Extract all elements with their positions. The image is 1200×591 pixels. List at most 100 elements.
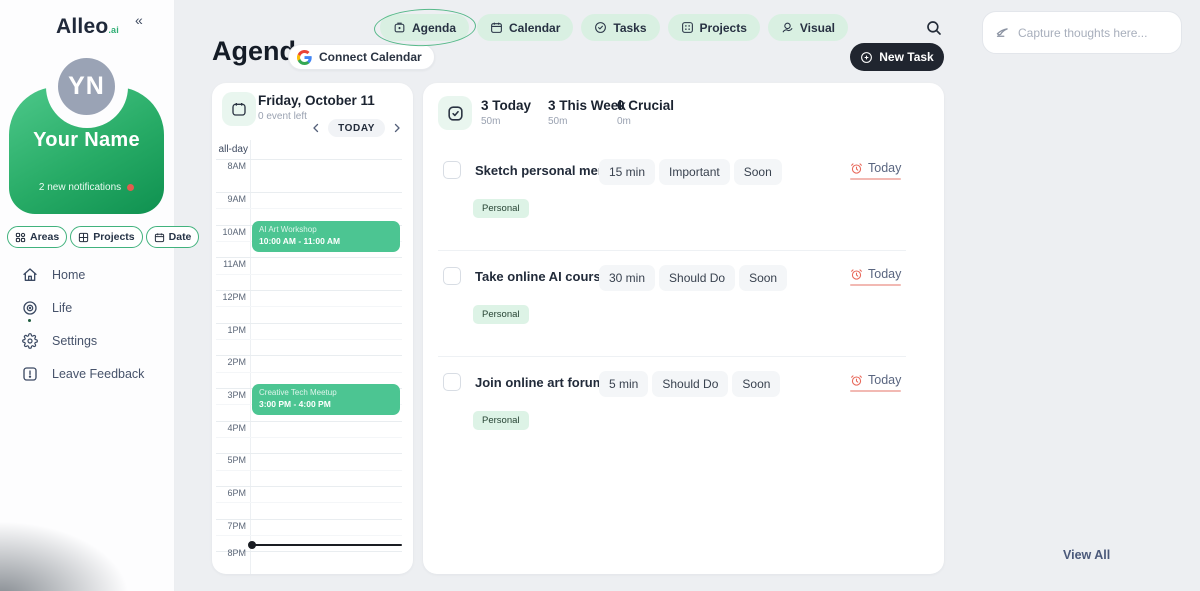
- due-date[interactable]: Today: [850, 267, 901, 281]
- gridline-half: [216, 437, 402, 438]
- search-icon[interactable]: [925, 19, 943, 37]
- hour-label: 12PM: [212, 292, 246, 302]
- task-checkbox[interactable]: [443, 267, 461, 285]
- when-pill[interactable]: Soon: [734, 159, 782, 185]
- gridline-half: [216, 306, 402, 307]
- tab-label: Visual: [800, 21, 835, 35]
- sidebar-item-life[interactable]: Life: [22, 297, 144, 319]
- connect-calendar-label: Connect Calendar: [319, 50, 422, 64]
- sidebar-item-home[interactable]: Home: [22, 264, 144, 286]
- hour-label: 9AM: [212, 194, 246, 204]
- priority-pill[interactable]: Should Do: [652, 371, 728, 397]
- chevron-left-icon[interactable]: [310, 122, 322, 134]
- tasks-tile-icon: [438, 96, 472, 130]
- filter-areas[interactable]: Areas: [7, 226, 67, 248]
- projects-icon: [681, 21, 694, 34]
- task-tag[interactable]: Personal: [473, 199, 529, 218]
- gridline: [216, 290, 402, 291]
- calendar-events-left: 0 event left: [258, 111, 307, 122]
- gridline: [216, 421, 402, 422]
- task-tag[interactable]: Personal: [473, 305, 529, 324]
- task-tag[interactable]: Personal: [473, 411, 529, 430]
- sidebar-item-settings[interactable]: Settings: [22, 330, 144, 352]
- event-title: AI Art Workshop: [259, 225, 393, 234]
- when-pill[interactable]: Soon: [732, 371, 780, 397]
- filter-projects[interactable]: Projects: [70, 226, 142, 248]
- stat-crucial[interactable]: 0 Crucial 0m: [617, 98, 674, 127]
- task-checkbox[interactable]: [443, 161, 461, 179]
- notifications-link[interactable]: 2 new notifications: [9, 182, 164, 193]
- grid-vertical-line: [250, 140, 251, 574]
- calendar-nav: TODAY: [310, 119, 403, 137]
- view-all-link[interactable]: View All: [1063, 548, 1110, 562]
- gridline-half: [216, 535, 402, 536]
- due-date[interactable]: Today: [850, 373, 901, 387]
- sidebar-item-feedback[interactable]: Leave Feedback: [22, 363, 144, 385]
- calendar-time-grid[interactable]: all-day 8AM 9AM 10AM 11AM 12PM 1PM 2PM 3…: [212, 140, 413, 574]
- visual-icon: [781, 21, 794, 34]
- sidebar-item-label: Home: [52, 268, 85, 282]
- duration-pill[interactable]: 5 min: [599, 371, 648, 397]
- task-row: Join online art forum 5 min Should Do So…: [423, 367, 944, 437]
- filter-projects-label: Projects: [93, 231, 134, 243]
- calendar-event[interactable]: AI Art Workshop 10:00 AM - 11:00 AM: [252, 221, 400, 252]
- calendar-event[interactable]: Creative Tech Meetup 3:00 PM - 4:00 PM: [252, 384, 400, 415]
- current-time-line: [252, 544, 402, 546]
- stat-count: 3 This Week: [548, 98, 626, 113]
- pen-icon: [995, 25, 1010, 40]
- tab-projects[interactable]: Projects: [668, 14, 760, 41]
- top-nav: Agenda Calendar Tasks Projects Visual: [380, 14, 848, 41]
- duration-pill[interactable]: 30 min: [599, 265, 655, 291]
- new-task-label: New Task: [879, 50, 933, 64]
- tab-label: Agenda: [412, 21, 456, 35]
- today-button[interactable]: TODAY: [328, 119, 385, 137]
- calendar-panel: Friday, October 11 0 event left TODAY al…: [212, 83, 413, 574]
- filter-date[interactable]: Date: [146, 226, 200, 248]
- capture-thoughts-input[interactable]: [1018, 26, 1169, 40]
- row-divider: [438, 250, 906, 251]
- priority-pill[interactable]: Important: [659, 159, 730, 185]
- chevron-right-icon[interactable]: [391, 122, 403, 134]
- priority-pill[interactable]: Should Do: [659, 265, 735, 291]
- gridline: [216, 257, 402, 258]
- stat-today[interactable]: 3 Today 50m: [481, 98, 531, 127]
- gridline: [216, 355, 402, 356]
- task-pills: 15 min Important Soon: [599, 159, 782, 185]
- calendar-icon: [490, 21, 503, 34]
- gridline-half: [216, 502, 402, 503]
- task-checkbox[interactable]: [443, 373, 461, 391]
- tab-tasks[interactable]: Tasks: [581, 14, 659, 41]
- calendar-date-title: Friday, October 11: [258, 93, 375, 108]
- duration-pill[interactable]: 15 min: [599, 159, 655, 185]
- stat-duration: 50m: [481, 116, 531, 127]
- all-day-label: all-day: [212, 144, 248, 155]
- gridline: [216, 486, 402, 487]
- filter-date-label: Date: [169, 231, 192, 243]
- collapse-sidebar-icon[interactable]: «: [135, 12, 143, 28]
- hour-label: 10AM: [212, 227, 246, 237]
- task-pills: 30 min Should Do Soon: [599, 265, 787, 291]
- task-pills: 5 min Should Do Soon: [599, 371, 780, 397]
- tab-visual[interactable]: Visual: [768, 14, 848, 41]
- notification-dot-icon: [127, 184, 134, 191]
- tasks-panel: 3 Today 50m 3 This Week 50m 0 Crucial 0m…: [423, 83, 944, 574]
- tab-agenda[interactable]: Agenda: [380, 14, 469, 41]
- gridline: [216, 519, 402, 520]
- tab-calendar[interactable]: Calendar: [477, 14, 573, 41]
- agenda-icon: [393, 21, 406, 34]
- hour-label: 4PM: [212, 423, 246, 433]
- connect-calendar-button[interactable]: Connect Calendar: [288, 44, 435, 70]
- due-date[interactable]: Today: [850, 161, 901, 175]
- gridline-half: [216, 339, 402, 340]
- stat-this-week[interactable]: 3 This Week 50m: [548, 98, 626, 127]
- plus-circle-icon: [860, 51, 873, 64]
- avatar[interactable]: YN: [58, 58, 115, 115]
- feedback-icon: [22, 366, 38, 382]
- event-time: 3:00 PM - 4:00 PM: [259, 399, 393, 409]
- hour-label: 6PM: [212, 488, 246, 498]
- calendar-tile-icon: [222, 92, 256, 126]
- new-task-button[interactable]: New Task: [850, 43, 944, 71]
- sidebar-item-label: Leave Feedback: [52, 367, 144, 381]
- when-pill[interactable]: Soon: [739, 265, 787, 291]
- hour-label: 8PM: [212, 548, 246, 558]
